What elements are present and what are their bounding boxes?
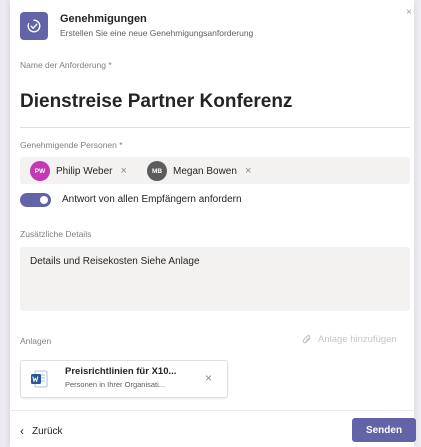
- close-icon[interactable]: ×: [406, 8, 414, 18]
- send-button[interactable]: Senden: [352, 418, 416, 442]
- remove-attachment-icon[interactable]: ×: [205, 372, 212, 384]
- back-label: Zurück: [32, 425, 63, 437]
- approvers-picker[interactable]: PW Philip Weber × MB Megan Bowen ×: [20, 157, 410, 184]
- person-chip-megan-bowen: MB Megan Bowen ×: [147, 161, 251, 181]
- request-name-underline: [20, 127, 410, 128]
- request-name-input[interactable]: Dienstreise Partner Konferenz: [20, 84, 400, 120]
- approval-dialog: Genehmigungen Erstellen Sie eine neue Ge…: [10, 0, 416, 447]
- details-label: Zusätzliche Details: [20, 229, 92, 239]
- approvers-label: Genehmigende Personen *: [20, 140, 123, 150]
- response-toggle-label: Antwort von allen Empfängern anfordern: [62, 194, 242, 205]
- dialog-header: Genehmigungen Erstellen Sie eine neue Ge…: [20, 10, 410, 46]
- request-name-label: Name der Anforderung *: [20, 60, 112, 70]
- app-subtitle: Erstellen Sie eine neue Genehmigungsanfo…: [60, 28, 254, 38]
- add-attachment-label: Anlage hinzufügen: [318, 334, 397, 345]
- footer-divider: [10, 410, 414, 411]
- chevron-left-icon: ‹: [20, 424, 24, 438]
- details-text: Details und Reisekosten Siehe Anlage: [30, 256, 200, 267]
- attachment-description: Personen in Ihrer Organisati...: [65, 380, 166, 389]
- toggle-knob: [40, 196, 48, 204]
- attachments-label: Anlagen: [20, 336, 52, 346]
- app-title: Genehmigungen: [60, 13, 147, 25]
- remove-person-icon[interactable]: ×: [121, 165, 127, 177]
- person-chip-philip-weber: PW Philip Weber ×: [30, 161, 127, 181]
- details-textarea[interactable]: Details und Reisekosten Siehe Anlage: [20, 247, 410, 311]
- person-name: Philip Weber: [56, 165, 113, 177]
- paperclip-icon: [302, 334, 312, 345]
- person-name: Megan Bowen: [173, 165, 237, 177]
- remove-person-icon[interactable]: ×: [245, 165, 251, 177]
- attachment-card[interactable]: Preisrichtlinien für X10... Personen in …: [20, 360, 228, 398]
- word-doc-icon: [30, 370, 48, 388]
- avatar: PW: [30, 161, 50, 181]
- avatar: MB: [147, 161, 167, 181]
- back-button[interactable]: ‹ Zurück: [20, 425, 63, 437]
- response-toggle[interactable]: [20, 193, 51, 207]
- approvals-app-icon: [20, 12, 48, 40]
- attachment-name: Preisrichtlinien für X10...: [65, 366, 177, 377]
- add-attachment-button[interactable]: Anlage hinzufügen: [302, 334, 397, 345]
